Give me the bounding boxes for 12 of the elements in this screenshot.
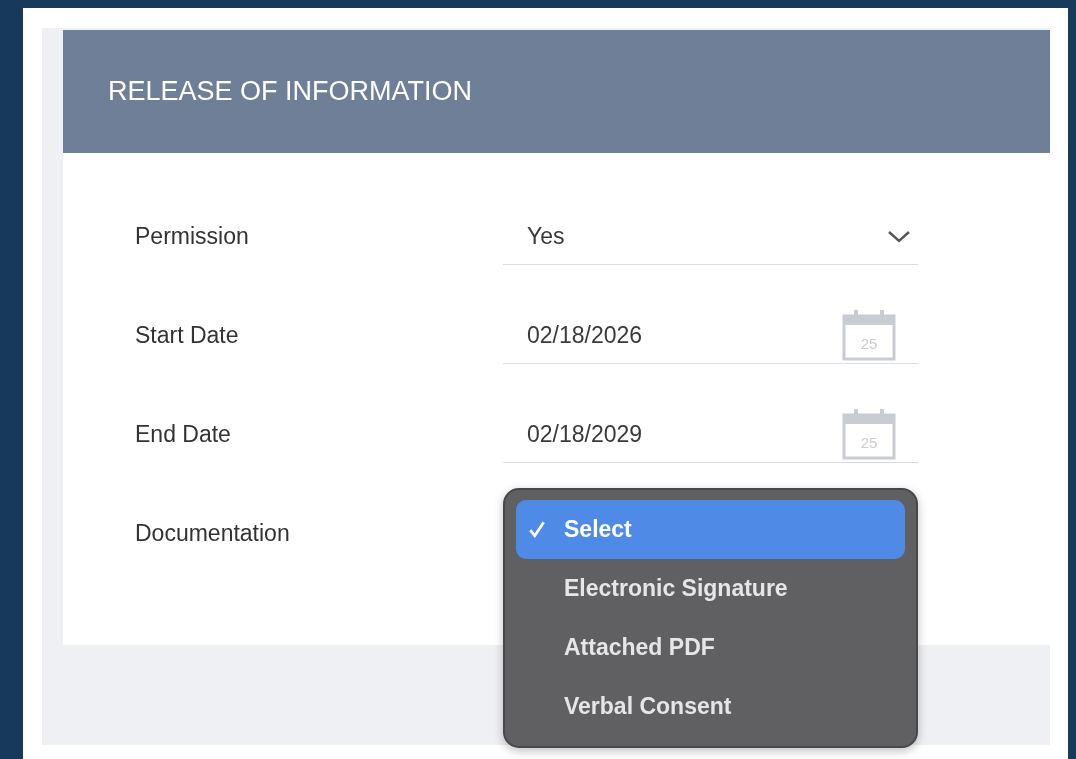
field-label: End Date (135, 421, 232, 448)
field-label: Start Date (135, 322, 240, 349)
section-title: RELEASE OF INFORMATION (108, 76, 473, 107)
menu-option[interactable]: Verbal Consent (516, 676, 905, 736)
menu-option[interactable]: Electronic Signature (516, 558, 905, 618)
select-field[interactable]: Yes (503, 208, 918, 265)
field-label: Permission (135, 223, 250, 250)
chevron-down-icon[interactable] (887, 229, 911, 243)
menu-option[interactable]: Select (516, 499, 905, 559)
menu-option[interactable]: Attached PDF (516, 617, 905, 677)
field-label: Documentation (135, 520, 291, 547)
checkmark-icon (528, 520, 546, 538)
